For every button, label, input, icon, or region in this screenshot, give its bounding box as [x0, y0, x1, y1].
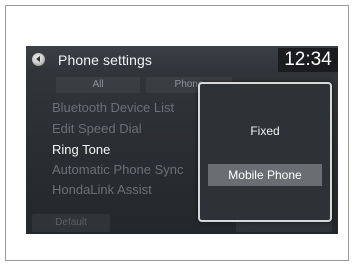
page-title: Phone settings [58, 52, 153, 68]
option-mobile-phone[interactable]: Mobile Phone [208, 164, 322, 186]
back-icon[interactable] [32, 53, 45, 66]
ring-tone-popup: Fixed Mobile Phone [198, 82, 332, 222]
header-bar: Phone settings 12:34 [26, 46, 338, 74]
option-fixed[interactable]: Fixed [208, 120, 322, 142]
tab-all[interactable]: All [56, 77, 140, 93]
default-button[interactable]: Default [32, 214, 110, 232]
clock: 12:34 [278, 48, 338, 72]
navigation-screen: Phone settings 12:34 All Phone Bluetooth… [26, 46, 338, 234]
